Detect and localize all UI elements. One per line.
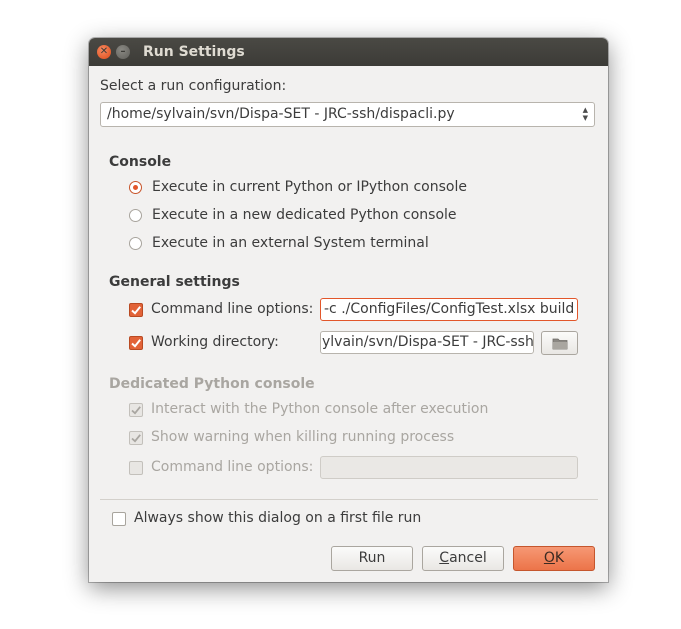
run-config-value: /home/sylvain/svn/Dispa-SET - JRC-ssh/di…: [107, 106, 455, 122]
radio-external-terminal-label: Execute in an external System terminal: [152, 235, 429, 251]
run-button[interactable]: Run: [331, 546, 413, 571]
radio-external-terminal[interactable]: [129, 237, 142, 250]
cmd-options-input[interactable]: -c ./ConfigFiles/ConfigTest.xlsx build: [320, 298, 578, 321]
minimize-button[interactable]: –: [116, 45, 130, 59]
always-show-label: Always show this dialog on a first file …: [134, 510, 422, 526]
dedicated-console-heading: Dedicated Python console: [109, 376, 315, 392]
minimize-icon: –: [120, 46, 126, 57]
cmd-options-checkbox[interactable]: [129, 303, 143, 317]
dedicated-cmd-checkbox[interactable]: [129, 461, 143, 475]
radio-dedicated-console[interactable]: [129, 209, 142, 222]
ok-button[interactable]: OK: [513, 546, 595, 571]
separator: [100, 499, 598, 500]
always-show-checkbox[interactable]: [112, 512, 126, 526]
cancel-button[interactable]: Cancel: [422, 546, 504, 571]
working-dir-label: Working directory:: [151, 334, 279, 350]
radio-current-console[interactable]: [129, 181, 142, 194]
dedicated-cmd-label: Command line options:: [151, 459, 314, 475]
working-dir-input[interactable]: ylvain/svn/Dispa-SET - JRC-ssh: [320, 331, 534, 354]
run-button-label: Run: [358, 550, 386, 566]
console-heading: Console: [109, 154, 172, 170]
folder-icon: [552, 338, 567, 350]
cmd-options-value: -c ./ConfigFiles/ConfigTest.xlsx build: [324, 301, 575, 317]
radio-dedicated-console-label: Execute in a new dedicated Python consol…: [152, 207, 457, 223]
general-settings-heading: General settings: [109, 274, 240, 290]
kill-warning-label: Show warning when killing running proces…: [151, 429, 455, 445]
working-dir-value: ylvain/svn/Dispa-SET - JRC-ssh: [322, 334, 534, 350]
interact-label: Interact with the Python console after e…: [151, 401, 489, 417]
working-dir-checkbox[interactable]: [129, 336, 143, 350]
run-settings-dialog: ✕ – Run Settings Select a run configurat…: [89, 38, 608, 582]
interact-checkbox[interactable]: [129, 403, 143, 417]
close-button[interactable]: ✕: [97, 45, 111, 59]
radio-current-console-label: Execute in current Python or IPython con…: [152, 179, 467, 195]
ok-mnemonic: O: [543, 550, 555, 566]
ok-button-label: OK: [544, 550, 564, 566]
kill-warning-checkbox[interactable]: [129, 431, 143, 445]
window-title: Run Settings: [143, 44, 245, 60]
titlebar: ✕ – Run Settings: [89, 38, 608, 66]
cancel-button-label: Cancel: [439, 550, 486, 566]
close-icon: ✕: [99, 46, 109, 57]
browse-folder-button[interactable]: [541, 331, 578, 355]
dedicated-cmd-input[interactable]: [320, 456, 578, 479]
run-config-combo[interactable]: /home/sylvain/svn/Dispa-SET - JRC-ssh/di…: [100, 102, 595, 127]
cancel-rest: ancel: [449, 550, 487, 566]
cancel-mnemonic: C: [439, 550, 450, 566]
cmd-options-label: Command line options:: [151, 301, 314, 317]
ok-rest: K: [554, 550, 565, 566]
updown-arrows-icon: ▲ ▼: [582, 106, 588, 122]
run-config-label: Select a run configuration:: [100, 78, 287, 94]
